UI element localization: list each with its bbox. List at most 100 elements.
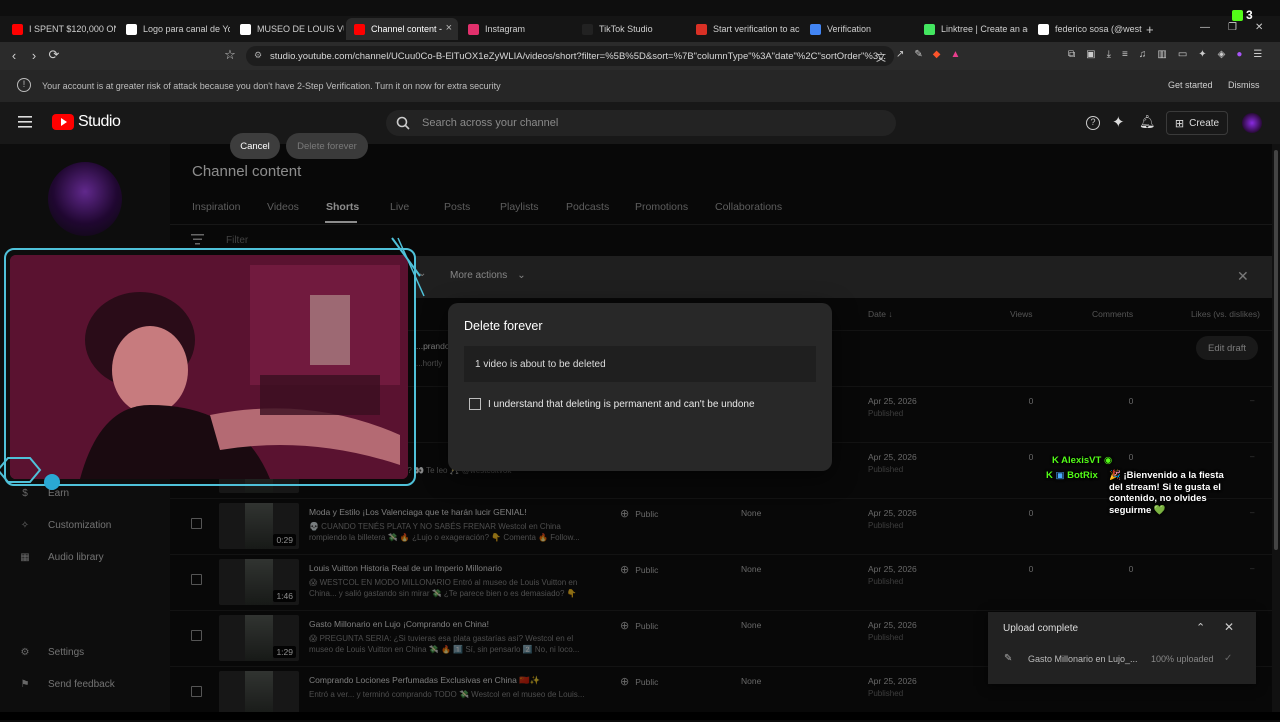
tab-favicon-icon <box>12 23 23 35</box>
help-icon[interactable]: ? <box>1086 116 1100 130</box>
url-actions: 文 ↗ ✎ ◆ ▲ <box>876 49 960 64</box>
browser-tab[interactable]: Linktree | Create an acc <box>916 18 1028 40</box>
check-icon: ✓ <box>1224 653 1233 664</box>
bot-badge-icon: ▣ <box>1055 470 1065 481</box>
create-plus-icon: ⊞ <box>1174 117 1185 130</box>
wallet-icon[interactable]: ▭ <box>1178 49 1187 60</box>
tab-favicon-icon <box>126 23 137 35</box>
tab-favicon-icon <box>924 23 935 35</box>
browser-tab[interactable]: Verification <box>802 18 914 40</box>
hamburger-menu-icon[interactable] <box>18 116 32 128</box>
cancel-label: Cancel <box>240 140 270 152</box>
tab-label: MUSEO DE LOUIS VUIT <box>257 24 344 34</box>
site-info-icon[interactable]: ⚙ <box>254 50 262 61</box>
checkbox-icon <box>469 398 481 410</box>
restore-button[interactable]: ❐ <box>1228 22 1237 33</box>
chat-message: 🎉 ¡Bienvenido a la fiesta del stream! Si… <box>1109 470 1224 516</box>
reading-list-icon[interactable]: ≡ <box>1122 49 1128 60</box>
webcam-corner-deco <box>390 236 426 306</box>
back-icon[interactable]: ‹ <box>6 47 22 63</box>
browser-tab[interactable]: Channel content - × <box>346 18 458 40</box>
extensions-icon[interactable]: ✎ <box>914 49 922 64</box>
rewards-icon[interactable]: ▲ <box>950 49 960 64</box>
upload-file-name[interactable]: Gasto Millonario en Lujo_... <box>1028 654 1138 664</box>
window-controls: — ❐ ✕ <box>1200 22 1263 33</box>
url-text: studio.youtube.com/channel/UCuu0Co-B-ElT… <box>270 50 887 62</box>
chat-emote-icon: ◉ <box>1103 455 1113 466</box>
tab-label: Linktree | Create an acc <box>941 24 1028 34</box>
tab-favicon-icon <box>240 23 251 35</box>
page-scrollbar[interactable] <box>1272 144 1280 712</box>
sparkle-icon[interactable]: ✦ <box>1112 113 1125 131</box>
dialog-message-box: 1 video is about to be deleted <box>464 346 816 382</box>
close-window-button[interactable]: ✕ <box>1255 22 1263 33</box>
url-field[interactable]: ⚙ studio.youtube.com/channel/UCuu0Co-B-E… <box>246 46 894 66</box>
channel-search-input[interactable]: Search across your channel <box>386 110 896 136</box>
screenshot-icon[interactable]: ▣ <box>1086 49 1095 60</box>
banner-message: Your account is at greater risk of attac… <box>42 81 501 91</box>
kick-count: 3 <box>1246 8 1253 22</box>
chat-user1-name: AlexisVT <box>1061 455 1102 466</box>
get-started-button[interactable]: Get started <box>1168 80 1213 90</box>
upload-title: Upload complete <box>1003 623 1079 634</box>
tab-favicon-icon <box>1038 23 1049 35</box>
tab-favicon-icon <box>810 23 821 35</box>
browser-tab[interactable]: Instagram <box>460 18 572 40</box>
pencil-icon[interactable]: ✎ <box>1004 653 1012 664</box>
download-icon[interactable]: ⤓ <box>1107 49 1111 60</box>
share-icon[interactable]: ↗ <box>896 49 904 64</box>
menu-icon[interactable]: ☰ <box>1253 49 1262 60</box>
browser-tab[interactable]: I SPENT $120,000 ON A <box>4 18 116 40</box>
brave-shield-icon[interactable]: ◆ <box>933 49 941 64</box>
create-button[interactable]: ⊞ Create <box>1166 111 1228 135</box>
dialog-message: 1 video is about to be deleted <box>475 358 606 370</box>
profile-icon[interactable]: ● <box>1236 49 1242 60</box>
kick-badge: 3 <box>1232 8 1253 22</box>
chat-user2-name: BotRix <box>1067 470 1098 481</box>
tab-favicon-icon <box>696 23 707 35</box>
dismiss-button[interactable]: Dismiss <box>1228 80 1260 90</box>
browser-tab[interactable]: MUSEO DE LOUIS VUIT <box>232 18 344 40</box>
sidebar-icon[interactable]: ▥ <box>1157 49 1166 60</box>
minimize-button[interactable]: — <box>1200 22 1210 33</box>
upload-toast: Upload complete ⌃ ✕ ✎ Gasto Millonario e… <box>988 612 1256 684</box>
security-banner: ! Your account is at greater risk of att… <box>0 70 1280 102</box>
browser-tab[interactable]: Start verification to acc <box>688 18 800 40</box>
notifications-icon[interactable]: 🔔︎ <box>1139 114 1156 130</box>
reload-icon[interactable]: ⟳ <box>46 47 62 63</box>
browser-tab[interactable]: Logo para canal de You <box>118 18 230 40</box>
webcam-hexagon-deco <box>0 450 60 495</box>
confirm-permanent-checkbox[interactable]: I understand that deleting is permanent … <box>469 398 755 410</box>
forward-icon[interactable]: › <box>26 47 42 63</box>
scrollbar-thumb[interactable] <box>1274 150 1278 550</box>
browser-tab[interactable]: federico sosa (@westco <box>1030 18 1142 40</box>
close-tab-icon[interactable]: × <box>446 22 452 34</box>
account-avatar[interactable] <box>1242 113 1262 133</box>
puzzle-icon[interactable]: ⧉ <box>1068 49 1075 60</box>
leo-icon[interactable]: ✦ <box>1198 49 1206 60</box>
delete-forever-button[interactable]: Delete forever <box>286 133 368 159</box>
youtube-logo-icon <box>52 114 74 130</box>
collapse-icon[interactable]: ⌃ <box>1196 621 1205 634</box>
delete-label: Delete forever <box>297 140 357 152</box>
tab-favicon-icon <box>354 23 365 35</box>
cancel-button[interactable]: Cancel <box>230 133 280 159</box>
search-placeholder: Search across your channel <box>422 117 559 129</box>
studio-logo[interactable]: Studio <box>52 113 121 131</box>
chat-user-botrix: K ▣ BotRix <box>1046 470 1098 481</box>
music-icon[interactable]: ♫ <box>1139 49 1147 60</box>
kick-icon: K <box>1052 455 1059 466</box>
tab-favicon-icon <box>582 23 593 35</box>
bookmark-icon[interactable]: ☆ <box>222 47 238 63</box>
close-upload-icon[interactable]: ✕ <box>1224 620 1234 634</box>
tab-favicon-icon <box>468 23 479 35</box>
browser-tab[interactable]: TikTok Studio <box>574 18 686 40</box>
webcam-frame <box>4 248 416 486</box>
tab-label: Start verification to acc <box>713 24 800 34</box>
new-tab-button[interactable]: + <box>1146 22 1154 37</box>
vpn-icon[interactable]: ◈ <box>1218 49 1226 60</box>
chat-user-alexis: K AlexisVT ◉ <box>1052 455 1112 466</box>
tab-label: Logo para canal de You <box>143 24 230 34</box>
translate-icon[interactable]: 文 <box>876 49 886 64</box>
kick-icon: K <box>1046 470 1053 481</box>
